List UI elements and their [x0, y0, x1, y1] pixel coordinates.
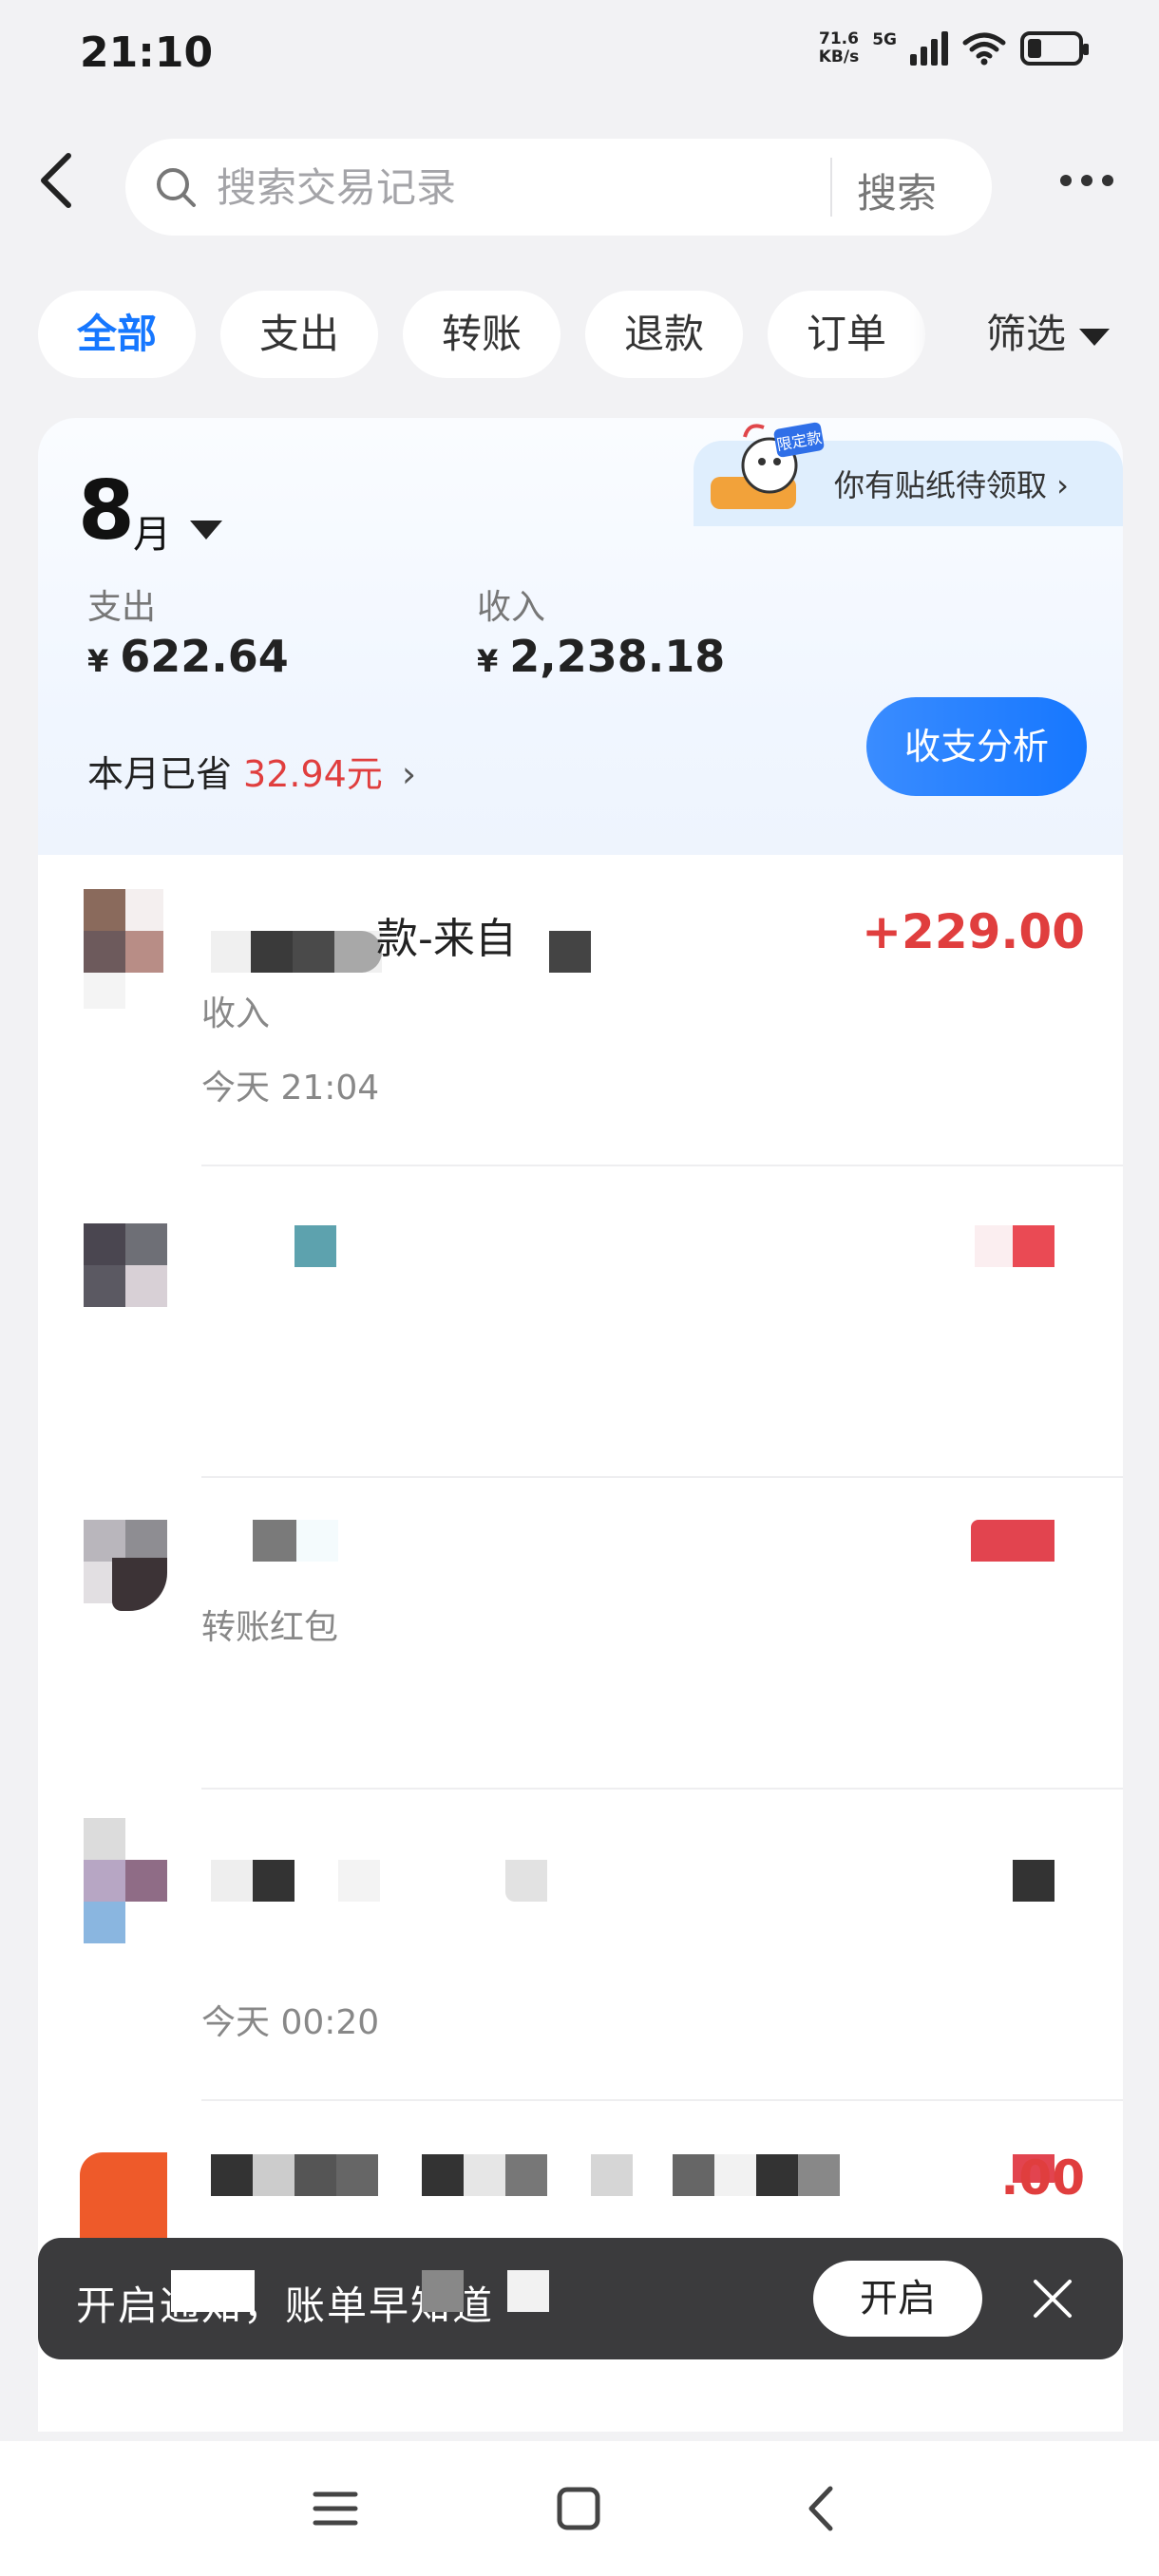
sticker-mascot-icon: 限定款: [711, 422, 825, 509]
system-navigation-bar: [0, 2441, 1159, 2576]
status-bar: 21:10 71.6 KB/s 5G: [0, 0, 1159, 114]
month-number[interactable]: 8: [78, 464, 135, 559]
transaction-time: 今天 00:20: [201, 2003, 380, 2042]
chevron-left-icon: [41, 153, 71, 208]
redacted-block: [673, 2154, 844, 2196]
search-divider: [830, 158, 832, 217]
redacted-block: [211, 2154, 648, 2196]
transaction-row[interactable]: [38, 1166, 1123, 1478]
redacted-block: [422, 2270, 464, 2312]
avatar: [84, 1818, 167, 1943]
redacted-block: [507, 2270, 549, 2312]
transaction-amount: .00: [1000, 2150, 1085, 2206]
chip-all[interactable]: 全部: [38, 291, 196, 378]
network-speed-value: 71.6: [818, 29, 859, 48]
filter-button[interactable]: 筛选: [940, 291, 1159, 378]
expense-label: 支出: [87, 588, 157, 627]
expense-value: 622.64: [120, 631, 289, 682]
transaction-category: 转账红包: [201, 1608, 339, 1647]
notification-toast: 开启通知，账单早知道 开启: [38, 2238, 1123, 2359]
filter-label: 筛选: [986, 311, 1067, 357]
redacted-block: [1013, 1225, 1054, 1267]
redacted-block: [171, 2270, 255, 2312]
redacted-block: [211, 931, 382, 973]
transaction-time: 今天 21:04: [201, 1069, 380, 1108]
income-expense-analysis-button[interactable]: 收支分析: [866, 697, 1087, 796]
search-button[interactable]: 搜索: [857, 161, 937, 219]
income-label: 收入: [477, 588, 546, 627]
chevron-right-icon: ›: [401, 753, 417, 795]
redacted-block: [338, 1860, 380, 1902]
chip-transfer[interactable]: 转账: [403, 291, 560, 378]
redacted-block: [975, 1225, 1013, 1267]
redacted-block: [253, 1860, 294, 1902]
more-options-icon[interactable]: [1060, 161, 1127, 199]
transaction-row[interactable]: 款-来自 +229.00 收入 今天 21:04: [38, 855, 1123, 1166]
network-type: 5G: [872, 30, 897, 49]
avatar: [84, 1520, 167, 1615]
saved-value: 32.94元: [243, 753, 383, 795]
network-speed: 71.6 KB/s: [819, 30, 859, 66]
signal-icon: [910, 31, 948, 66]
redacted-block: [211, 1860, 253, 1902]
battery-icon: [1020, 31, 1089, 66]
back-nav-icon[interactable]: [788, 2475, 855, 2542]
income-value: 2,238.18: [509, 631, 726, 682]
redacted-block: [253, 1520, 296, 1562]
redacted-block: [294, 1225, 336, 1267]
transaction-row[interactable]: 今天 00:20: [38, 1790, 1123, 2101]
month-unit[interactable]: 月: [133, 503, 171, 559]
avatar: [84, 1223, 167, 1307]
back-button[interactable]: [28, 142, 95, 218]
avatar: [80, 2152, 167, 2247]
close-icon[interactable]: [1026, 2272, 1079, 2325]
currency-symbol: ¥: [477, 643, 499, 679]
chip-expense[interactable]: 支出: [220, 291, 378, 378]
income-amount: ¥2,238.18: [477, 631, 725, 682]
transaction-title: 款-来自: [376, 915, 517, 963]
redacted-block: [549, 931, 591, 973]
toast-open-button[interactable]: 开启: [813, 2261, 982, 2337]
sticker-text[interactable]: 你有贴纸待领取 ›: [834, 462, 1069, 505]
status-time: 21:10: [80, 28, 214, 77]
redacted-block: [296, 1520, 338, 1562]
filter-chips: 全部 支出 转账 退款 订单: [38, 291, 925, 378]
avatar: [84, 889, 163, 1013]
transaction-amount: +229.00: [862, 904, 1085, 959]
network-speed-unit: KB/s: [818, 47, 860, 66]
expense-amount: ¥622.64: [87, 631, 289, 682]
currency-symbol: ¥: [87, 643, 109, 679]
transaction-list: 款-来自 +229.00 收入 今天 21:04 转账红包 今天 00:20 .…: [38, 855, 1123, 2432]
search-icon: [157, 168, 196, 207]
search-bar[interactable]: 搜索: [125, 139, 992, 236]
transaction-row[interactable]: 转账红包: [38, 1478, 1123, 1790]
transaction-category: 收入: [201, 994, 271, 1033]
wifi-icon: [962, 32, 1006, 66]
redacted-block: [971, 1520, 1054, 1562]
home-icon[interactable]: [545, 2475, 612, 2542]
menu-icon[interactable]: [302, 2475, 369, 2542]
caret-down-icon: [1079, 328, 1111, 346]
chip-order[interactable]: 订单: [768, 291, 925, 378]
saved-this-month[interactable]: 本月已省 32.94元 ›: [87, 745, 416, 797]
redacted-block: [505, 1860, 547, 1902]
search-input[interactable]: [217, 163, 749, 211]
chip-refund[interactable]: 退款: [585, 291, 743, 378]
saved-label: 本月已省: [87, 753, 233, 795]
status-indicators: 71.6 KB/s 5G: [819, 30, 1089, 66]
caret-down-icon[interactable]: [190, 521, 222, 540]
redacted-block: [1013, 1860, 1054, 1902]
